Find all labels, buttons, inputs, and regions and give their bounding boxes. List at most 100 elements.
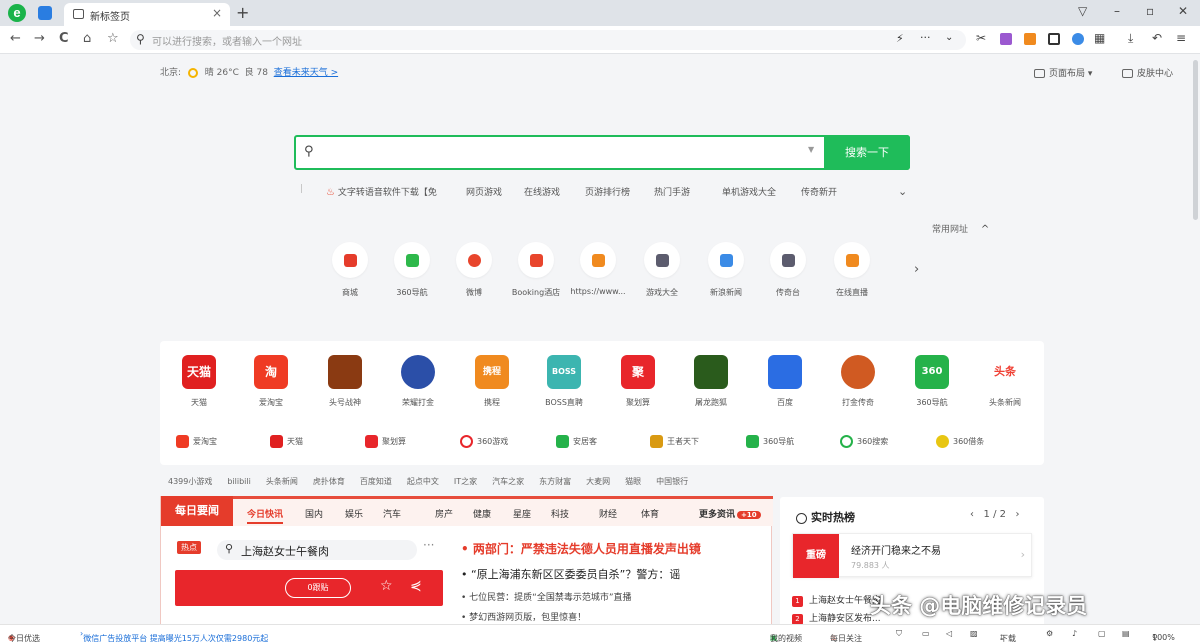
- app-link[interactable]: 360借条: [936, 435, 984, 448]
- browser-logo-icon[interactable]: e: [8, 4, 26, 22]
- quick-link[interactable]: 新浪新闻: [696, 242, 756, 298]
- app-link[interactable]: 天猫: [270, 435, 303, 448]
- skin-center-button[interactable]: 皮肤中心: [1122, 66, 1173, 79]
- hot-topic-banner[interactable]: 0跟贴 ☆ ⋞: [175, 570, 443, 606]
- tab-news[interactable]: 汽车: [383, 507, 401, 520]
- scissors-icon[interactable]: ✂: [976, 31, 986, 45]
- new-tab-button[interactable]: +: [236, 3, 249, 22]
- close-window-button[interactable]: ✕: [1178, 4, 1188, 18]
- app-link[interactable]: 安居客: [556, 435, 597, 448]
- shield-icon[interactable]: ⛉: [896, 629, 902, 639]
- text-link[interactable]: 虎扑体育: [313, 477, 345, 486]
- extension-icon[interactable]: [1000, 33, 1012, 45]
- text-link[interactable]: 东方财富: [539, 477, 571, 486]
- app-aitaobao[interactable]: 淘爱淘宝: [236, 355, 306, 408]
- text-link[interactable]: bilibili: [227, 477, 251, 486]
- tab-news[interactable]: 房产: [435, 507, 453, 520]
- text-link[interactable]: 大麦网: [586, 477, 610, 486]
- shield-icon[interactable]: ▽: [1078, 4, 1087, 18]
- quick-link[interactable]: 传奇台: [758, 242, 818, 298]
- quick-link[interactable]: 商城: [320, 242, 380, 298]
- ad-link[interactable]: › 微信广告投放平台 提高曝光15万人次仅需2980元起: [80, 629, 268, 642]
- hot-search-pill[interactable]: ⚲ 上海赵女士午餐肉: [217, 540, 417, 560]
- app-game1[interactable]: 头号战神: [310, 355, 380, 408]
- app-link[interactable]: 360搜索: [840, 435, 888, 448]
- news-item[interactable]: • 梦幻西游网页版，包里惊喜！: [461, 610, 586, 623]
- comment-button[interactable]: 0跟贴: [285, 578, 351, 598]
- screen-icon[interactable]: ▭: [922, 629, 930, 638]
- hot-word[interactable]: 热门手游: [654, 185, 690, 198]
- chevron-down-icon[interactable]: ⌄: [945, 32, 953, 43]
- forward-button[interactable]: →: [34, 31, 45, 46]
- app-ctrip[interactable]: 携程 携程: [457, 355, 527, 408]
- profile-icon[interactable]: [1072, 33, 1084, 45]
- hot-item[interactable]: 1 上海赵女士午餐肉: [792, 593, 881, 607]
- app-boss[interactable]: BOSS BOSS直聘: [529, 355, 599, 408]
- settings-icon[interactable]: ⚙: [1046, 629, 1053, 638]
- quick-link[interactable]: 游戏大全: [632, 242, 692, 298]
- tab-close-icon[interactable]: ×: [212, 6, 222, 20]
- app-link[interactable]: 王者天下: [650, 435, 699, 448]
- share-icon[interactable]: ⋞: [410, 578, 422, 594]
- tab-news[interactable]: 国内: [305, 507, 323, 520]
- more-news-link[interactable]: 更多资讯 +10: [699, 507, 761, 520]
- text-link[interactable]: IT之家: [454, 477, 477, 486]
- hot-card[interactable]: 重磅 经济开门稳来之不易 79.883 人 ›: [792, 533, 1032, 578]
- text-link[interactable]: 百度知道: [360, 477, 392, 486]
- apps-icon[interactable]: ▦: [1094, 31, 1105, 45]
- more-icon[interactable]: ···: [920, 31, 931, 44]
- tab-news[interactable]: 财经: [599, 507, 617, 520]
- text-link[interactable]: 4399小游戏: [168, 477, 212, 486]
- text-link[interactable]: 中国银行: [656, 477, 688, 486]
- app-game4[interactable]: 打金传奇: [823, 355, 893, 408]
- lightning-icon[interactable]: ⚡: [896, 32, 904, 45]
- notes-icon[interactable]: ▤: [1122, 629, 1130, 638]
- sound-icon[interactable]: ♪: [1072, 629, 1077, 638]
- more-options-icon[interactable]: ···: [423, 538, 434, 552]
- chevron-right-icon[interactable]: ›: [914, 262, 919, 277]
- news-headline[interactable]: • 两部门：严禁违法失德人员用直播发声出镜: [461, 540, 701, 557]
- download-icon[interactable]: ⤓: [1128, 31, 1133, 46]
- app-toutiao[interactable]: 头条 头条新闻: [970, 355, 1040, 408]
- quick-link[interactable]: 微博: [444, 242, 504, 298]
- home-button[interactable]: ⌂: [83, 31, 91, 46]
- menu-icon[interactable]: ≡: [1176, 31, 1186, 45]
- news-item[interactable]: • “原上海浦东新区区委委员自杀”？警方：谣: [461, 566, 680, 582]
- page-layout-button[interactable]: 页面布局 ▾: [1034, 66, 1092, 79]
- hot-word[interactable]: 页游排行榜: [585, 185, 630, 198]
- hot-word[interactable]: 单机游戏大全: [722, 185, 776, 198]
- quick-link[interactable]: 360导航: [382, 242, 442, 298]
- prev-page-icon[interactable]: ‹: [970, 509, 974, 520]
- hot-item[interactable]: 2 上海静安区发布...: [792, 611, 881, 625]
- dropdown-icon[interactable]: ▼: [808, 145, 814, 154]
- quick-link[interactable]: Booking酒店: [506, 242, 566, 298]
- image-icon[interactable]: ▨: [970, 629, 978, 638]
- undo-icon[interactable]: ↶: [1152, 31, 1162, 45]
- quick-link[interactable]: 在线直播: [822, 242, 882, 298]
- weather-forecast-link[interactable]: 查看未来天气 >: [274, 68, 338, 78]
- hot-word[interactable]: 传奇新开: [801, 185, 837, 198]
- app-link[interactable]: 爱淘宝: [176, 435, 217, 448]
- tab-new-tab[interactable]: 新标签页 ×: [64, 3, 230, 26]
- scrollbar[interactable]: [1193, 60, 1198, 220]
- tab-news[interactable]: 健康: [473, 507, 491, 520]
- quick-link[interactable]: https://www...: [568, 242, 628, 296]
- restore-button[interactable]: ▫: [1146, 4, 1154, 18]
- search-button[interactable]: 搜索一下: [824, 135, 910, 170]
- hot-word[interactable]: ♨ 文字转语音软件下载【免: [326, 185, 437, 198]
- chevron-down-icon[interactable]: ⌄: [898, 185, 907, 198]
- app-link[interactable]: 聚划算: [365, 435, 406, 448]
- favorite-button[interactable]: ☆: [107, 31, 119, 46]
- app-link[interactable]: 360导航: [746, 435, 794, 448]
- app-link[interactable]: 360游戏: [460, 435, 508, 448]
- hot-word[interactable]: 网页游戏: [466, 185, 502, 198]
- tab-news[interactable]: 星座: [513, 507, 531, 520]
- tab-news[interactable]: 体育: [641, 507, 659, 520]
- text-link[interactable]: 起点中文: [407, 477, 439, 486]
- game-icon[interactable]: [1024, 33, 1036, 45]
- back-button[interactable]: ←: [10, 31, 21, 46]
- tab-news[interactable]: 今日快讯: [247, 507, 284, 524]
- app-game2[interactable]: 荣耀打金: [383, 355, 453, 408]
- reload-button[interactable]: C: [59, 31, 69, 46]
- app-360nav[interactable]: 360 360导航: [897, 355, 967, 408]
